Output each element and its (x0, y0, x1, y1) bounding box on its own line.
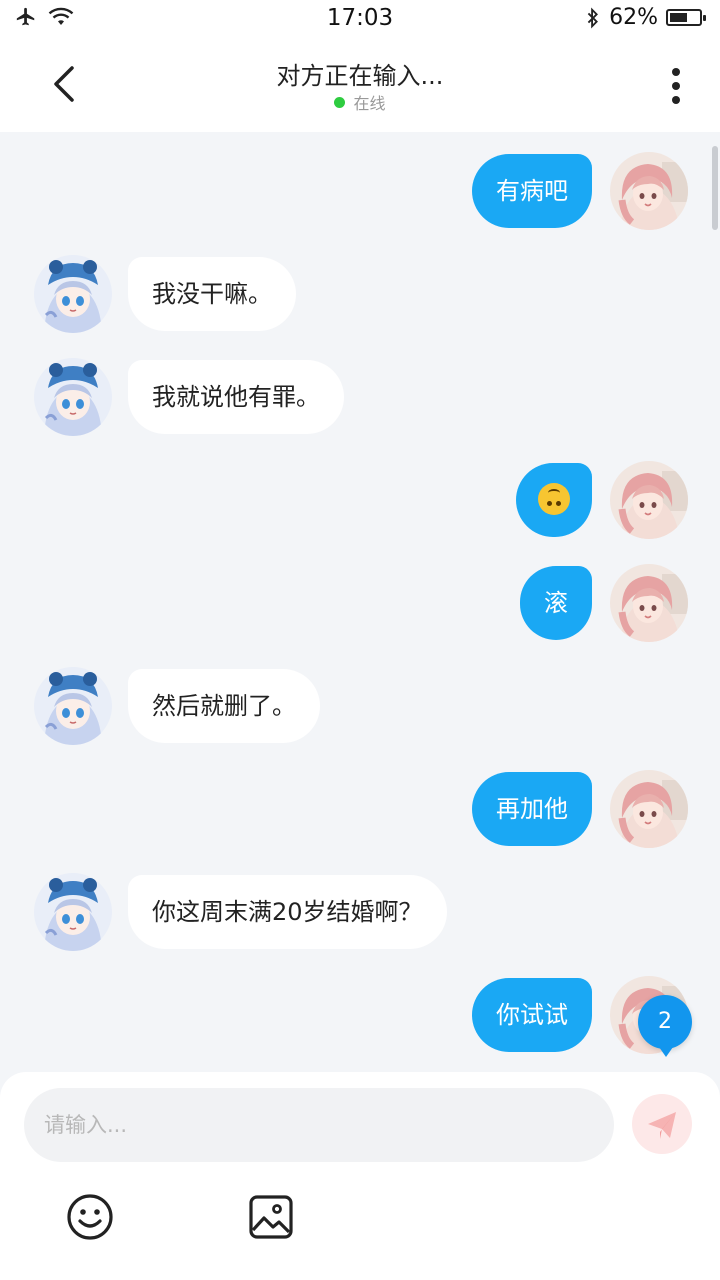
contact-avatar[interactable] (34, 255, 112, 333)
send-icon (648, 1112, 676, 1139)
battery-percent: 62% (609, 5, 658, 30)
bluetooth-icon (587, 7, 599, 28)
contact-avatar[interactable] (34, 358, 112, 436)
contact-avatar[interactable] (34, 873, 112, 951)
chat-header: 对方正在输入... 在线 (0, 38, 720, 132)
message-row: 滚 (0, 564, 720, 644)
page-title: 对方正在输入... (276, 62, 444, 90)
presence-label: 在线 (353, 94, 386, 113)
outgoing-message-bubble[interactable]: 你试试 (472, 978, 592, 1052)
message-row: 你试试 (0, 976, 720, 1056)
battery-icon (666, 9, 706, 26)
outgoing-message-bubble[interactable]: 滚 (520, 566, 592, 640)
incoming-message-bubble[interactable]: 你这周末满20岁结婚啊？ (128, 875, 447, 949)
more-options-button[interactable] (662, 66, 690, 106)
message-row: 我没干嘛。 (0, 255, 720, 335)
message-row: 有病吧 (0, 152, 720, 232)
message-composer (0, 1072, 720, 1280)
battery-level (670, 13, 687, 22)
online-dot-icon (334, 97, 346, 108)
my-avatar[interactable] (610, 461, 688, 539)
message-row: 你这周末满20岁结婚啊？ (0, 873, 720, 953)
unread-count-badge[interactable]: 2 (638, 995, 692, 1057)
image-icon (249, 1195, 293, 1239)
outgoing-emoji-bubble[interactable] (516, 463, 592, 537)
outgoing-message-bubble[interactable]: 再加他 (472, 772, 592, 846)
presence-status: 在线 (0, 90, 720, 114)
message-row (0, 461, 720, 541)
emoji-button[interactable] (65, 1192, 115, 1242)
my-avatar[interactable] (610, 152, 688, 230)
message-list[interactable]: 有病吧 我没干嘛。 我就说他有罪。 滚 然后就删了。 再加他 你这周末满20岁结… (0, 132, 720, 1072)
incoming-message-bubble[interactable]: 然后就删了。 (128, 669, 320, 743)
message-row: 我就说他有罪。 (0, 358, 720, 438)
outgoing-message-bubble[interactable]: 有病吧 (472, 154, 592, 228)
my-avatar[interactable] (610, 770, 688, 848)
incoming-message-bubble[interactable]: 我没干嘛。 (128, 257, 296, 331)
status-bar: 17:03 62% (0, 0, 720, 38)
message-row: 再加他 (0, 770, 720, 850)
my-avatar[interactable] (610, 564, 688, 642)
incoming-message-bubble[interactable]: 我就说他有罪。 (128, 360, 344, 434)
image-button[interactable] (246, 1192, 296, 1242)
send-button[interactable] (632, 1094, 692, 1154)
upside-down-face-emoji (538, 483, 570, 515)
contact-avatar[interactable] (34, 667, 112, 745)
message-input[interactable] (24, 1088, 614, 1162)
smiley-icon (67, 1194, 113, 1240)
message-row: 然后就删了。 (0, 667, 720, 747)
